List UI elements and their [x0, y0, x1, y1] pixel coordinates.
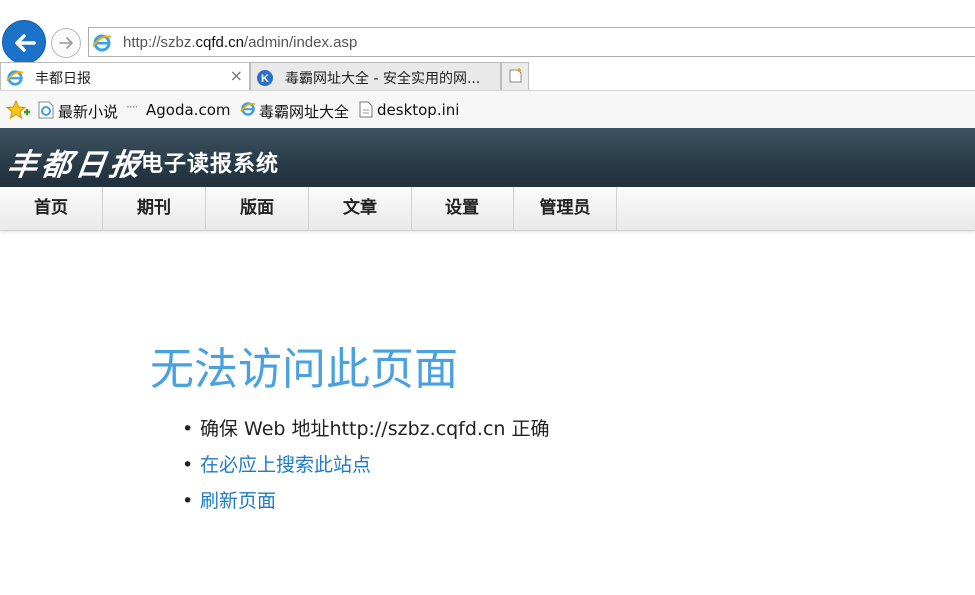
address-bar[interactable]: http://szbz.cqfd.cn/admin/index.asp — [88, 27, 975, 57]
bullet-icon: • — [182, 490, 194, 512]
favorite-item[interactable]: 毒霸网址大全 — [259, 101, 349, 122]
close-icon[interactable]: × — [230, 66, 243, 85]
address-row: http://szbz.cqfd.cn/admin/index.asp — [0, 18, 975, 64]
tab-fengdu[interactable]: 丰都日报 × — [0, 62, 250, 90]
forward-button[interactable] — [51, 28, 81, 58]
ie-icon — [92, 34, 112, 52]
nav-item-admin[interactable]: 管理员 — [514, 187, 617, 230]
error-tip: • 确保 Web 地址http://szbz.cqfd.cn 正确 — [182, 418, 550, 440]
favorites-star-icon[interactable] — [6, 100, 30, 122]
back-button[interactable] — [2, 20, 46, 64]
site-subtitle: 电子读报系统 — [141, 152, 280, 177]
ie-page-icon — [38, 101, 54, 119]
favorites-bar: 最新小说 ···· Agoda.com 毒霸网址大全 desktop.ini — [0, 90, 975, 128]
new-tab-icon — [509, 68, 522, 83]
nav-item-articles[interactable]: 文章 — [309, 187, 412, 230]
tab-duba[interactable]: K 毒霸网址大全 - 安全实用的网... — [250, 62, 501, 90]
nav-item-home[interactable]: 首页 — [0, 187, 103, 230]
address-url: http://szbz.cqfd.cn/admin/index.asp — [123, 34, 358, 51]
arrow-left-icon — [15, 34, 36, 52]
favorite-item[interactable]: 最新小说 — [58, 101, 118, 122]
refresh-page-link[interactable]: • 刷新页面 — [182, 488, 549, 524]
tab-label: 丰都日报 — [35, 71, 91, 87]
site-header: 丰都日报 电子读报系统 — [0, 128, 975, 187]
bullet-icon: • — [182, 454, 194, 476]
search-bing-link[interactable]: • 在必应上搜索此站点 — [182, 452, 549, 488]
dots-icon: ···· — [126, 100, 138, 114]
arrow-right-icon — [59, 37, 73, 49]
site-logo: 丰都日报 — [5, 148, 146, 183]
tab-label: 毒霸网址大全 - 安全实用的网... — [285, 71, 481, 87]
bullet-icon: • — [182, 418, 194, 440]
new-tab-button[interactable] — [501, 62, 529, 90]
ie-icon — [240, 102, 256, 116]
svg-text:K: K — [261, 73, 269, 85]
tab-strip: 丰都日报 × K 毒霸网址大全 - 安全实用的网... — [0, 62, 975, 90]
file-icon — [359, 101, 373, 118]
nav-item-settings[interactable]: 设置 — [411, 187, 514, 230]
duba-logo-icon: K — [257, 70, 273, 86]
ie-icon — [6, 70, 24, 86]
error-title: 无法访问此页面 — [150, 344, 458, 395]
main-nav: 首页 期刊 版面 文章 设置 管理员 — [0, 187, 975, 231]
favorite-item[interactable]: Agoda.com — [146, 101, 230, 119]
nav-item-pages[interactable]: 版面 — [206, 187, 309, 230]
nav-item-issues[interactable]: 期刊 — [103, 187, 206, 230]
error-suggestions: • 确保 Web 地址http://szbz.cqfd.cn 正确 • 在必应上搜索… — [182, 416, 549, 524]
favorite-item[interactable]: desktop.ini — [377, 101, 459, 119]
